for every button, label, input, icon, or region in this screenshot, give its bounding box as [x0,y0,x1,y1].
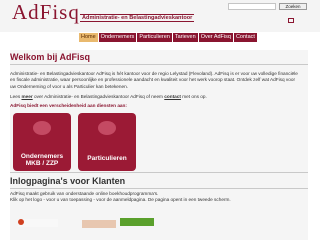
login-heading: Inlogpagina's voor Klanten [10,176,126,186]
text-lees: Lees [10,94,22,99]
search-button[interactable]: Zoeken [279,3,307,10]
divider [10,64,308,65]
site-logo[interactable]: AdFisq [12,1,80,23]
nav-over-adfisq[interactable]: Over AdFisq [198,33,233,42]
tile-ondernemers-label2: MKB / ZZP [25,160,59,167]
main-nav: Home Ondernemers Particulieren Tarieven … [79,33,258,42]
divider [10,172,308,173]
header: AdFisq Administratie- en Belastingadvies… [0,0,320,32]
tile-ondernemers-label1: Ondernemers [20,153,64,160]
nav-particulieren[interactable]: Particulieren [137,33,172,42]
contact-link[interactable]: contact [164,94,181,99]
divider [10,188,308,189]
intro-paragraph: Administratie- en Belastingadvieskantoor… [10,71,298,89]
text-suffix: met ons op. [180,94,207,99]
login-line2: Klik op het logo - voor u van toepassing… [10,197,231,202]
search-input[interactable] [228,3,276,10]
welcome-heading: Welkom bij AdFisq [10,52,91,62]
nav-ondernemers[interactable]: Ondernemers [98,33,137,42]
text-middle: over Administratie- en Belastingadvieska… [32,94,165,99]
mail-icon[interactable] [288,18,294,23]
nav-home[interactable]: Home [79,33,98,42]
nav-contact[interactable]: Contact [233,33,257,42]
services-intro: AdFisq biedt een verscheidenheid aan die… [10,103,127,108]
meer-link[interactable]: meer [21,94,32,99]
software-logo-1-mark [18,219,24,225]
software-logo-3[interactable] [120,218,154,226]
tile-ondernemers[interactable]: Ondernemers MKB / ZZP [13,113,71,171]
nav-tarieven[interactable]: Tarieven [172,33,198,42]
tile-particulieren-label: Particulieren [87,155,127,162]
software-logo-2[interactable] [82,220,116,228]
tile-particulieren[interactable]: Particulieren [78,113,136,171]
site-tagline: Administratie- en Belastingadvieskantoor [80,14,195,22]
business-people-icon [33,121,51,135]
software-logo-1[interactable] [18,219,58,227]
contact-paragraph: Lees meer over Administratie- en Belasti… [10,94,302,100]
family-icon [98,121,116,135]
